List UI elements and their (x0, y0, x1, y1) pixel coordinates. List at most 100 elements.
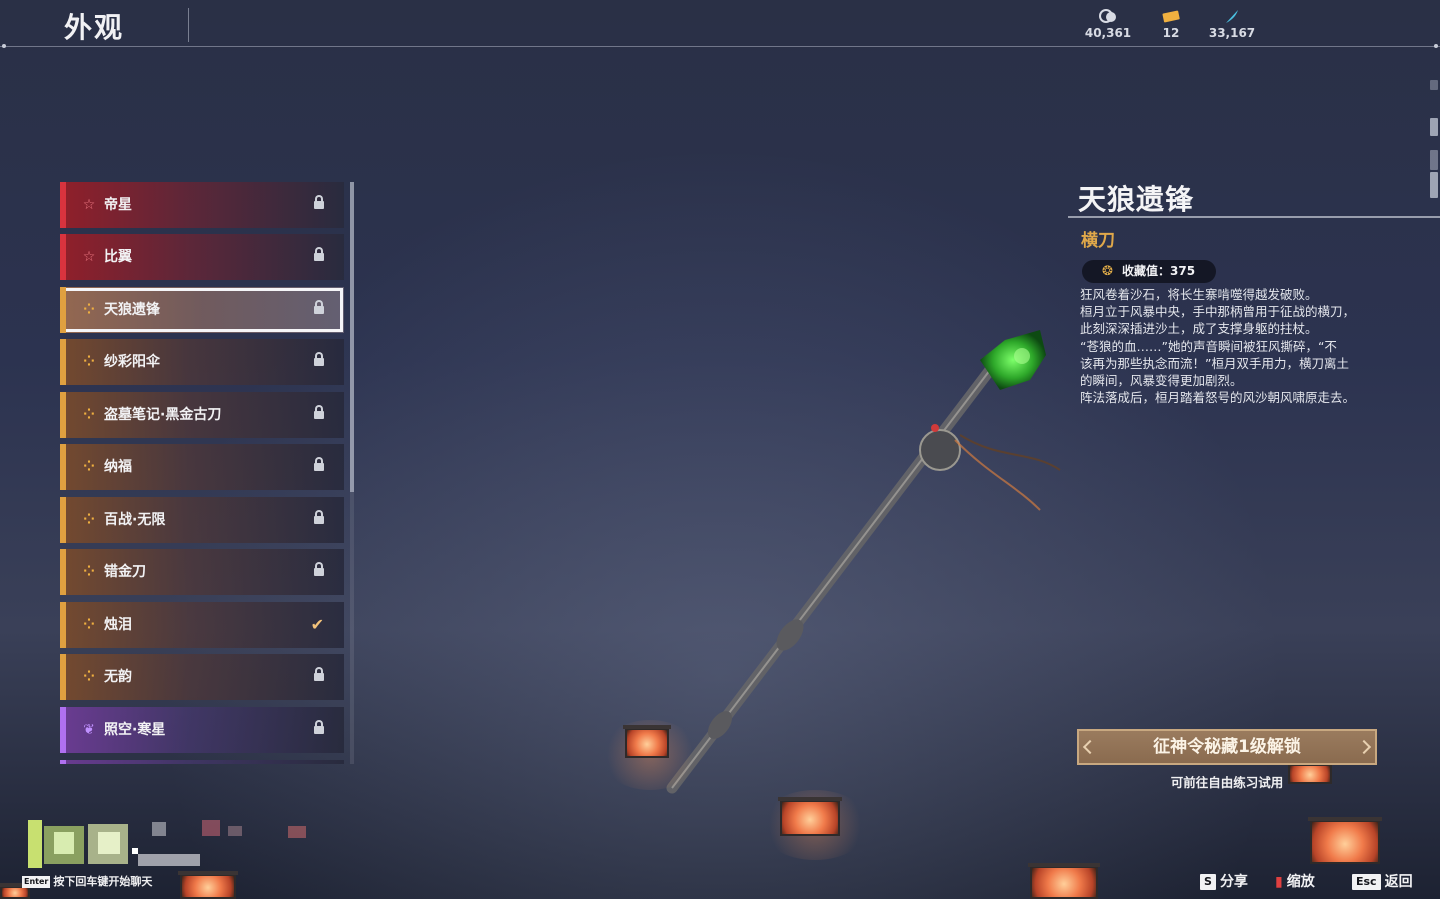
skin-item-label: 帝星 (104, 197, 132, 213)
skin-item[interactable]: ⁘ 百战·无限 (60, 497, 344, 543)
item-name: 天狼遗锋 (1078, 183, 1195, 216)
silver-coins-icon (1078, 8, 1138, 26)
description-line: 阵法落成后，桓月踏着怒号的风沙朝风啸原走去。 (1080, 390, 1356, 406)
back-action[interactable]: Esc 返回 (1352, 872, 1413, 892)
zoom-label: 缩放 (1286, 874, 1315, 890)
rarity-bar (60, 760, 66, 764)
back-label: 返回 (1384, 874, 1413, 890)
skin-item-label: 百战·无限 (104, 512, 166, 528)
rarity-emblem-icon: ❦ (83, 722, 95, 738)
lock-icon (314, 195, 324, 215)
skin-item[interactable]: ☆ 比翼 (60, 234, 344, 280)
esc-key: Esc (1352, 874, 1381, 890)
lock-icon (314, 720, 324, 740)
skin-list: ☆ 帝星 ☆ 比翼 ⁘ 天狼遗锋 ⁘ 纱彩阳伞 ⁘ 盗墓笔记·黑金古刀 ⁘ 纳福… (60, 182, 346, 764)
lock-icon (314, 300, 324, 320)
list-scroll-thumb[interactable] (350, 182, 354, 492)
star-icon: ☆ (82, 197, 96, 213)
skin-item-label: 烛泪 (104, 617, 132, 633)
unlock-button[interactable]: 征神令秘藏1级解锁 (1077, 729, 1377, 765)
rarity-emblem-icon: ⁘ (83, 512, 95, 528)
rarity-emblem-icon: ⁘ (83, 407, 95, 423)
lantern-decoration (1308, 817, 1382, 864)
skin-item[interactable]: ⁘ 烛泪 ✔ (60, 602, 344, 648)
rarity-bar (60, 234, 66, 280)
checkmark-icon: ✔ (310, 615, 324, 634)
rarity-emblem-icon: ⁘ (83, 459, 95, 475)
top-bar: 外观 40,361 12 33,167 (0, 0, 1440, 48)
share-action[interactable]: S 分享 (1200, 872, 1248, 892)
share-label: 分享 (1219, 874, 1248, 890)
currency-ticket: 12 (1141, 8, 1201, 40)
feather-icon (1202, 8, 1262, 26)
star-icon: ☆ (82, 249, 96, 265)
page-title: 外观 (64, 11, 125, 44)
skin-item-partial[interactable] (60, 760, 344, 764)
lantern-decoration (623, 725, 671, 758)
trial-hint: 可前往自由练习试用 (1170, 775, 1284, 790)
rarity-emblem-icon: ⁘ (83, 302, 95, 318)
page-scroll-thumb[interactable] (1430, 172, 1438, 198)
lock-icon (314, 405, 324, 425)
description-line: 此刻深深插进沙土，成了支撑身躯的拄杖。 (1080, 321, 1318, 337)
description-line: “苍狼的血……”她的声音瞬间被狂风撕碎，“不 (1080, 338, 1337, 354)
skin-item[interactable]: ⁘ 无韵 (60, 654, 344, 700)
skin-item-label: 比翼 (104, 249, 132, 265)
header-divider (0, 44, 1440, 48)
zoom-action[interactable]: ▮ 缩放 (1275, 872, 1315, 892)
skin-item[interactable]: ☆ 帝星 (60, 182, 344, 228)
rarity-bar (60, 392, 66, 438)
rarity-bar (60, 339, 66, 385)
lock-icon (314, 247, 324, 267)
blurred-chat-preview (138, 820, 306, 866)
item-description: 狂风卷着沙石，将长生寨啃噬得越发破败。 桓月立于风暴中央，手中那柄曾用于征战的横… (1080, 286, 1390, 406)
rarity-bar (60, 287, 66, 333)
rarity-bar (60, 497, 66, 543)
enter-key: Enter (22, 876, 51, 888)
lock-icon (314, 457, 324, 477)
lock-icon (314, 562, 324, 582)
skin-item-selected[interactable]: ⁘ 天狼遗锋 (60, 287, 344, 333)
rarity-bar (60, 602, 66, 648)
rarity-bar (60, 549, 66, 595)
ticket-icon (1141, 8, 1201, 26)
currency-silver: 40,361 (1078, 8, 1138, 40)
skin-item-label: 照空·寒星 (104, 722, 166, 738)
page-scroll-mark (1430, 80, 1438, 90)
collection-value-badge: ❂ 收藏值：375 (1082, 260, 1216, 283)
skin-item[interactable]: ⁘ 错金刀 (60, 549, 344, 595)
currency-feather-value: 33,167 (1208, 26, 1256, 40)
collection-value: 收藏值：375 (1122, 264, 1196, 278)
lantern-decoration (1028, 863, 1100, 899)
skin-item-label: 无韵 (104, 669, 132, 685)
page-scroll-mark (1430, 150, 1438, 170)
collection-icon: ❂ (1102, 264, 1113, 279)
mouse-wheel-icon: ▮ (1275, 874, 1283, 890)
description-line: 狂风卷着沙石，将长生寨啃噬得越发破败。 (1080, 287, 1318, 302)
skin-item-label: 纳福 (104, 459, 132, 475)
currency-silver-value: 40,361 (1084, 26, 1132, 40)
currency-feather: 33,167 (1202, 8, 1262, 40)
rarity-emblem-icon: ⁘ (83, 617, 95, 633)
lantern-decoration (178, 871, 238, 899)
skin-item-label: 天狼遗锋 (104, 302, 160, 318)
skin-item[interactable]: ❦ 照空·寒星 (60, 707, 344, 753)
rarity-bar (60, 182, 66, 228)
lantern-decoration (778, 797, 842, 836)
rarity-emblem-icon: ⁘ (83, 354, 95, 370)
title-divider (188, 8, 189, 42)
currency-ticket-value: 12 (1162, 26, 1180, 40)
chat-hint-text: 按下回车键开始聊天 (53, 875, 153, 888)
lock-icon (314, 352, 324, 372)
skin-item[interactable]: ⁘ 盗墓笔记·黑金古刀 (60, 392, 344, 438)
rarity-emblem-icon: ⁘ (83, 669, 95, 685)
skin-item[interactable]: ⁘ 纳福 (60, 444, 344, 490)
rarity-bar (60, 654, 66, 700)
description-line: 该再为那些执念而流！”桓月双手用力，横刀离土 (1080, 355, 1349, 371)
rarity-emblem-icon: ⁘ (83, 564, 95, 580)
rarity-bar (60, 444, 66, 490)
skin-item[interactable]: ⁘ 纱彩阳伞 (60, 339, 344, 385)
item-type: 横刀 (1081, 231, 1115, 251)
lock-icon (314, 667, 324, 687)
rarity-bar (60, 707, 66, 753)
